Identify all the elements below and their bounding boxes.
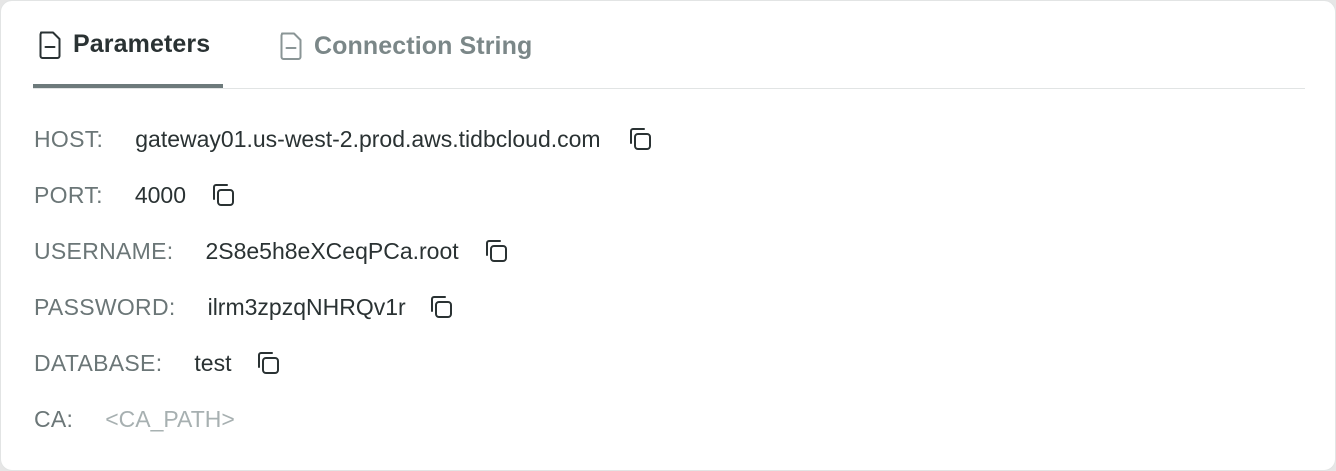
param-value-ca: <CA_PATH> <box>105 405 235 432</box>
param-key: CA: <box>34 405 74 432</box>
param-row-password: PASSWORD: ilrm3zpzqNHRQv1r <box>34 290 456 324</box>
param-value-password: ilrm3zpzqNHRQv1r <box>207 293 406 320</box>
document-icon <box>278 31 304 61</box>
tab-parameters[interactable]: Parameters <box>33 1 223 88</box>
param-value-port: 4000 <box>134 181 186 208</box>
param-key: PORT: <box>34 181 103 208</box>
param-value-username: 2S8e5h8eXCeqPCa.root <box>205 237 459 264</box>
param-key: USERNAME: <box>34 237 174 264</box>
param-key: HOST: <box>34 125 104 152</box>
tab-bar: Parameters Connection String <box>33 1 1305 89</box>
param-value-database: test <box>194 349 232 376</box>
param-row-username: USERNAME: 2S8e5h8eXCeqPCa.root <box>34 234 511 268</box>
param-key: PASSWORD: <box>34 293 176 320</box>
copy-icon[interactable] <box>625 124 655 154</box>
copy-icon[interactable] <box>481 236 511 266</box>
copy-icon[interactable] <box>426 292 456 322</box>
tab-connection-string[interactable]: Connection String <box>274 1 564 87</box>
param-row-ca: CA: <CA_PATH> <box>34 402 235 436</box>
tab-parameters-label: Parameters <box>73 30 211 58</box>
param-value-host: gateway01.us-west-2.prod.aws.tidbcloud.c… <box>135 125 601 152</box>
document-icon <box>37 30 63 60</box>
param-key: DATABASE: <box>34 349 163 376</box>
copy-icon[interactable] <box>208 180 238 210</box>
connection-panel: Parameters Connection String HOST: gatew… <box>0 0 1336 471</box>
param-row-host: HOST: gateway01.us-west-2.prod.aws.tidbc… <box>34 122 655 156</box>
param-row-port: PORT: 4000 <box>34 178 238 212</box>
tab-connection-string-label: Connection String <box>314 31 533 60</box>
copy-icon[interactable] <box>253 348 283 378</box>
param-row-database: DATABASE: test <box>34 346 283 380</box>
